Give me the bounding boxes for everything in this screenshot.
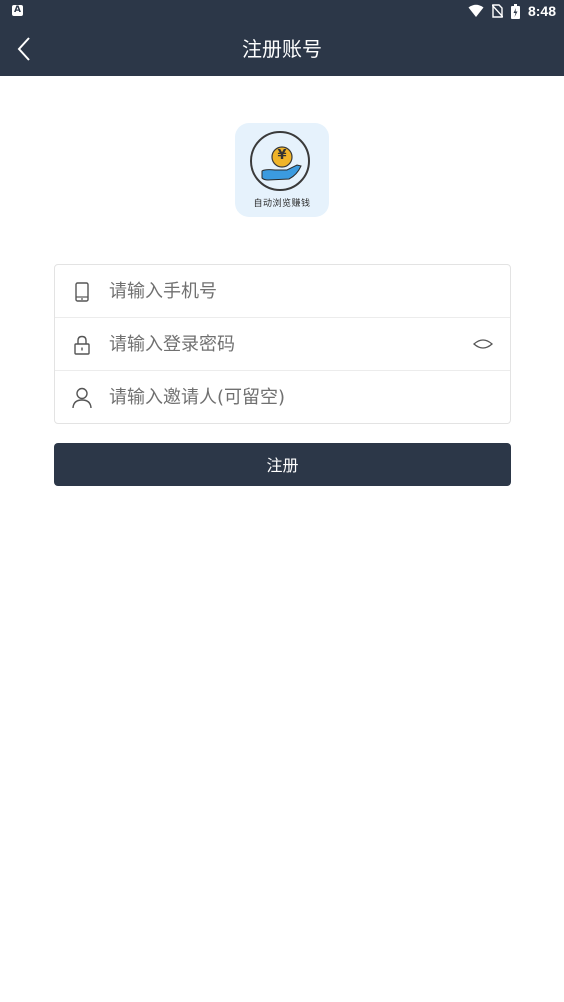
phone-row	[55, 265, 510, 318]
toggle-password-visibility[interactable]	[472, 335, 494, 353]
invite-row	[55, 371, 510, 424]
notification-icon: A	[12, 5, 23, 16]
eye-closed-icon	[473, 339, 493, 349]
password-row	[55, 318, 510, 371]
logo-symbol: ¥	[277, 148, 287, 163]
register-form	[54, 264, 511, 424]
lock-icon	[71, 334, 93, 356]
logo-caption: 自动浏览赚钱	[253, 199, 311, 209]
phone-icon	[71, 281, 93, 303]
no-sim-icon	[491, 4, 503, 18]
app-logo: ¥ 自动浏览赚钱	[235, 123, 329, 217]
password-input[interactable]	[109, 328, 439, 361]
battery-icon	[510, 3, 520, 19]
register-button[interactable]: 注册	[54, 443, 511, 486]
app-bar: 注册账号	[0, 22, 564, 76]
wifi-icon	[468, 4, 484, 17]
status-bar: A 8:48	[0, 0, 564, 22]
user-icon	[71, 387, 93, 409]
invite-input[interactable]	[109, 381, 439, 414]
page-title: 注册账号	[242, 37, 322, 61]
phone-input[interactable]	[109, 275, 439, 308]
status-time: 8:48	[527, 3, 556, 19]
